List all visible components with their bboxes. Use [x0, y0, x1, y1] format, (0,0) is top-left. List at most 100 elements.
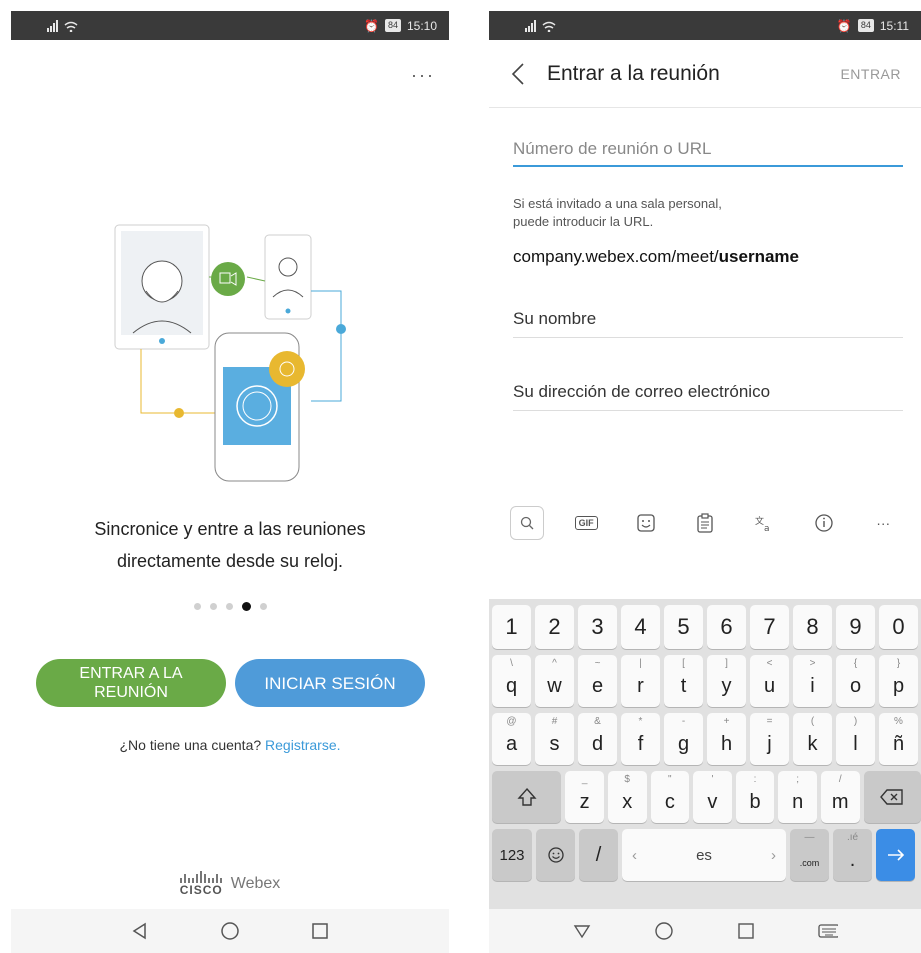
keyboard-hide-icon[interactable]	[818, 921, 838, 941]
carousel-dot[interactable]	[193, 603, 201, 610]
carousel-dot[interactable]	[225, 603, 233, 610]
letter-key[interactable]: -g	[664, 713, 703, 765]
key-secondary-label: (	[810, 716, 815, 727]
number-key[interactable]: 9	[836, 605, 875, 649]
overflow-menu-icon[interactable]: ···	[411, 65, 435, 86]
space-key[interactable]: ‹ es ›	[622, 829, 786, 881]
key-primary-label: c	[664, 790, 675, 813]
sticker-icon[interactable]	[629, 506, 663, 540]
chevron-right-icon: ›	[771, 846, 776, 864]
nav-back-icon[interactable]	[130, 921, 150, 941]
clock: 15:10	[406, 18, 437, 33]
letter-key[interactable]: _ z	[565, 771, 604, 823]
nav-back-icon[interactable]	[572, 921, 592, 941]
letter-key[interactable]: \ q	[492, 655, 531, 707]
backspace-key[interactable]	[863, 771, 921, 823]
clipboard-icon[interactable]	[688, 506, 722, 540]
onboarding-caption: Sincronice y entre a las reuniones direc…	[11, 513, 449, 577]
meeting-url-input[interactable]: Número de reunión o URL	[513, 139, 903, 167]
key-secondary-label: <	[766, 658, 773, 669]
slash-key[interactable]: /	[579, 829, 618, 881]
email-input[interactable]: Su dirección de correo electrónico	[513, 382, 903, 411]
key-secondary-label: {	[853, 658, 858, 669]
letter-key[interactable]: $ x	[607, 771, 647, 823]
number-key[interactable]: 1	[492, 605, 531, 649]
numbers-key[interactable]: 123	[492, 829, 532, 881]
gif-icon[interactable]: GIF	[569, 506, 603, 540]
sign-in-button[interactable]: INICIAR SESIÓN	[235, 659, 425, 707]
key-secondary-label: ;	[796, 774, 800, 785]
translate-icon[interactable]: 文a	[747, 506, 781, 540]
key-primary-label: s	[549, 732, 560, 755]
letter-key[interactable]: & d	[578, 713, 617, 765]
shift-key[interactable]	[492, 771, 562, 823]
number-row: 1234567890	[492, 605, 921, 649]
search-icon[interactable]	[509, 506, 544, 540]
nav-recents-icon[interactable]	[310, 921, 330, 941]
nav-recents-icon[interactable]	[736, 921, 756, 941]
letter-key[interactable]: {o	[836, 655, 875, 707]
alarm-icon: ⏰	[364, 18, 379, 33]
letter-key[interactable]: = j	[750, 713, 789, 765]
letter-key[interactable]: " c	[650, 771, 690, 823]
number-key[interactable]: 3	[578, 605, 617, 649]
letter-key[interactable]: ~ e	[578, 655, 617, 707]
letter-key[interactable]: } p	[879, 655, 918, 707]
more-icon[interactable]: ···	[866, 506, 900, 540]
letter-key[interactable]: ^ w	[535, 655, 574, 707]
signup-link[interactable]: Registrarse.	[265, 737, 340, 753]
letter-key[interactable]: ) l	[836, 713, 875, 765]
nav-home-icon[interactable]	[220, 921, 240, 941]
letter-key[interactable]: / m	[820, 771, 860, 823]
letter-key[interactable]: | r	[621, 655, 660, 707]
key-primary-label: j	[767, 732, 772, 755]
nav-home-icon[interactable]	[654, 921, 674, 941]
info-icon[interactable]	[807, 506, 841, 540]
letter-key[interactable]: :b	[735, 771, 775, 823]
number-key[interactable]: 5	[664, 605, 703, 649]
letter-key[interactable]: ' v	[693, 771, 732, 823]
letter-key[interactable]: % ñ	[879, 713, 918, 765]
emoji-key[interactable]	[536, 829, 575, 881]
key-primary-label: b	[749, 790, 761, 813]
number-key[interactable]: 6	[707, 605, 746, 649]
carousel-dot-active[interactable]	[241, 602, 251, 611]
number-key[interactable]: 4	[621, 605, 660, 649]
key-secondary-label: %	[894, 716, 903, 727]
letter-key[interactable]: + h	[707, 713, 746, 765]
letter-key[interactable]: @ a	[492, 713, 531, 765]
join-meeting-label: ENTRAR A LA REUNIÓN	[79, 665, 183, 701]
letter-key[interactable]: ; n	[778, 771, 817, 823]
signal-wifi-indicator	[47, 19, 81, 32]
bottom-row: 123 / ‹ es › — .com .ıé .	[492, 829, 921, 881]
letter-key[interactable]: * f	[621, 713, 660, 765]
letter-key[interactable]: # s	[535, 713, 574, 765]
letter-key[interactable]: [t	[664, 655, 703, 707]
carousel-dot[interactable]	[209, 603, 217, 610]
dotcom-key[interactable]: — .com	[790, 829, 829, 881]
cisco-wordmark: CISCO	[179, 883, 223, 897]
period-secondary: .ıé	[846, 832, 859, 843]
letter-key[interactable]: ] y	[707, 655, 746, 707]
back-arrow-icon[interactable]	[489, 62, 547, 86]
key-secondary-label: :	[753, 774, 757, 785]
carousel-dot[interactable]	[259, 603, 267, 610]
number-key[interactable]: 2	[535, 605, 574, 649]
letter-key[interactable]: < u	[750, 655, 789, 707]
number-key[interactable]: 0	[879, 605, 918, 649]
letter-key[interactable]: (k	[793, 713, 832, 765]
name-input[interactable]: Su nombre	[513, 309, 903, 338]
key-secondary-label: -	[681, 716, 686, 727]
caption-line: Sincronice y entre a las reuniones	[94, 519, 366, 539]
number-key[interactable]: 8	[793, 605, 832, 649]
number-key[interactable]: 7	[750, 605, 789, 649]
join-meeting-button[interactable]: ENTRAR A LA REUNIÓN	[36, 659, 226, 707]
letter-key[interactable]: > i	[793, 655, 832, 707]
join-action-button[interactable]: ENTRAR	[840, 66, 921, 82]
svg-text:文: 文	[755, 515, 764, 527]
key-secondary-label: #	[551, 716, 558, 727]
go-arrow-key[interactable]	[876, 829, 915, 881]
url-example-prefix: company.webex.com/meet/	[513, 247, 719, 266]
svg-text:a: a	[764, 524, 770, 533]
period-key[interactable]: .ıé .	[833, 829, 872, 881]
